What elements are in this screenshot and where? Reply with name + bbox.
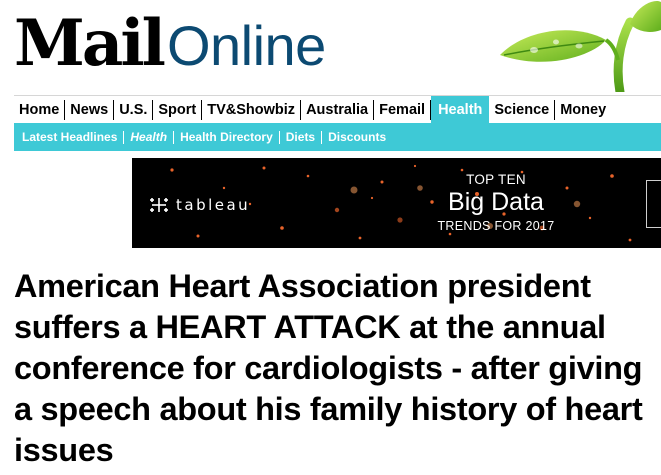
tableau-cross-icon xyxy=(150,198,168,212)
ad-copy: TOP TEN Big Data TRENDS FOR 2017 xyxy=(426,172,566,233)
ad-brand: tableau xyxy=(176,196,251,214)
tableau-logo: tableau xyxy=(148,195,250,215)
subnav-discounts[interactable]: Discounts xyxy=(322,130,392,144)
subnav-diets[interactable]: Diets xyxy=(280,130,323,144)
nav-sport[interactable]: Sport xyxy=(153,100,203,120)
secondary-nav: Latest Headlines Health Health Directory… xyxy=(14,123,661,151)
nav-health[interactable]: Health xyxy=(431,96,490,123)
subnav-health[interactable]: Health xyxy=(124,130,175,144)
nav-money[interactable]: Money xyxy=(555,100,611,120)
nav-femail[interactable]: Femail xyxy=(374,100,432,120)
logo-online: Online xyxy=(166,14,326,77)
article-headline[interactable]: American Heart Association president suf… xyxy=(14,266,654,471)
nav-us[interactable]: U.S. xyxy=(114,100,154,120)
ad-line2: Big Data xyxy=(448,188,544,216)
ad-banner[interactable]: tableau TOP TEN Big Data TRENDS FOR 2017 xyxy=(132,158,661,248)
ad-line1: TOP TEN xyxy=(466,172,526,187)
masthead: Mail Online xyxy=(0,0,661,92)
primary-nav: Home News U.S. Sport TV&Showbiz Australi… xyxy=(14,95,661,123)
plant-leaf-graphic xyxy=(500,0,661,92)
subnav-latest-headlines[interactable]: Latest Headlines xyxy=(16,130,125,144)
logo-mail: Mail xyxy=(14,6,166,81)
mailonline-logo[interactable]: Mail Online xyxy=(14,2,326,86)
subnav-health-directory[interactable]: Health Directory xyxy=(174,130,280,144)
ad-cta-frame xyxy=(646,180,661,228)
ad-line3: TRENDS FOR 2017 xyxy=(437,219,555,233)
nav-science[interactable]: Science xyxy=(489,100,556,120)
nav-australia[interactable]: Australia xyxy=(301,100,375,120)
nav-tv-showbiz[interactable]: TV&Showbiz xyxy=(202,100,302,120)
nav-home[interactable]: Home xyxy=(14,100,66,120)
nav-news[interactable]: News xyxy=(65,100,115,120)
